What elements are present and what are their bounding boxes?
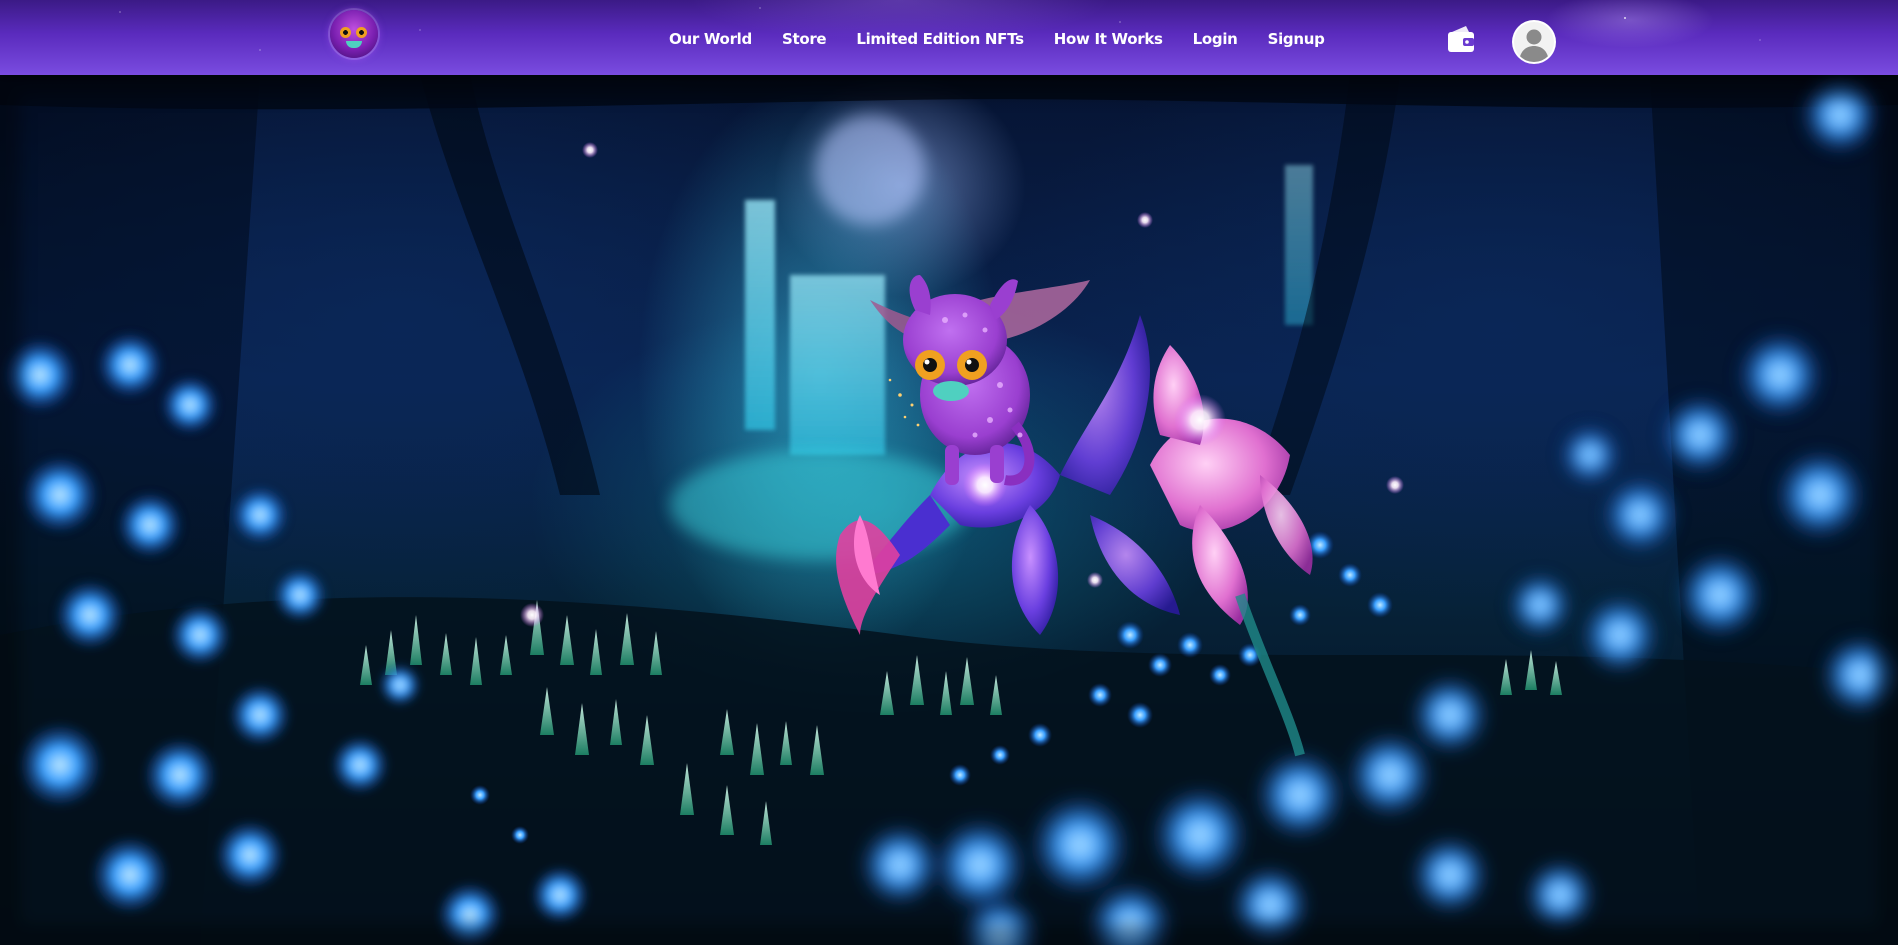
hero-scene <box>0 75 1898 945</box>
nav-link-store[interactable]: Store <box>782 28 827 50</box>
nav-link-how-it-works[interactable]: How It Works <box>1054 28 1163 50</box>
nav-link-signup[interactable]: Signup <box>1268 28 1325 50</box>
creature-logo-icon[interactable] <box>330 10 378 58</box>
logo-left-eye <box>340 27 351 38</box>
main-nav: Our World Store Limited Edition NFTs How… <box>669 28 1325 50</box>
page: Our World Store Limited Edition NFTs How… <box>0 0 1898 945</box>
top-navbar: Our World Store Limited Edition NFTs How… <box>0 0 1898 75</box>
nav-link-login[interactable]: Login <box>1193 28 1238 50</box>
logo-mouth <box>346 41 362 48</box>
logo-right-eye <box>356 27 367 38</box>
wallet-icon[interactable] <box>1446 25 1476 53</box>
purple-creature <box>870 275 1090 486</box>
nav-link-limited-edition-nfts[interactable]: Limited Edition NFTs <box>856 28 1024 50</box>
forest-illustration <box>0 75 1898 945</box>
user-avatar-icon[interactable] <box>1514 22 1554 62</box>
nav-link-our-world[interactable]: Our World <box>669 28 752 50</box>
moon-glow <box>815 115 925 225</box>
